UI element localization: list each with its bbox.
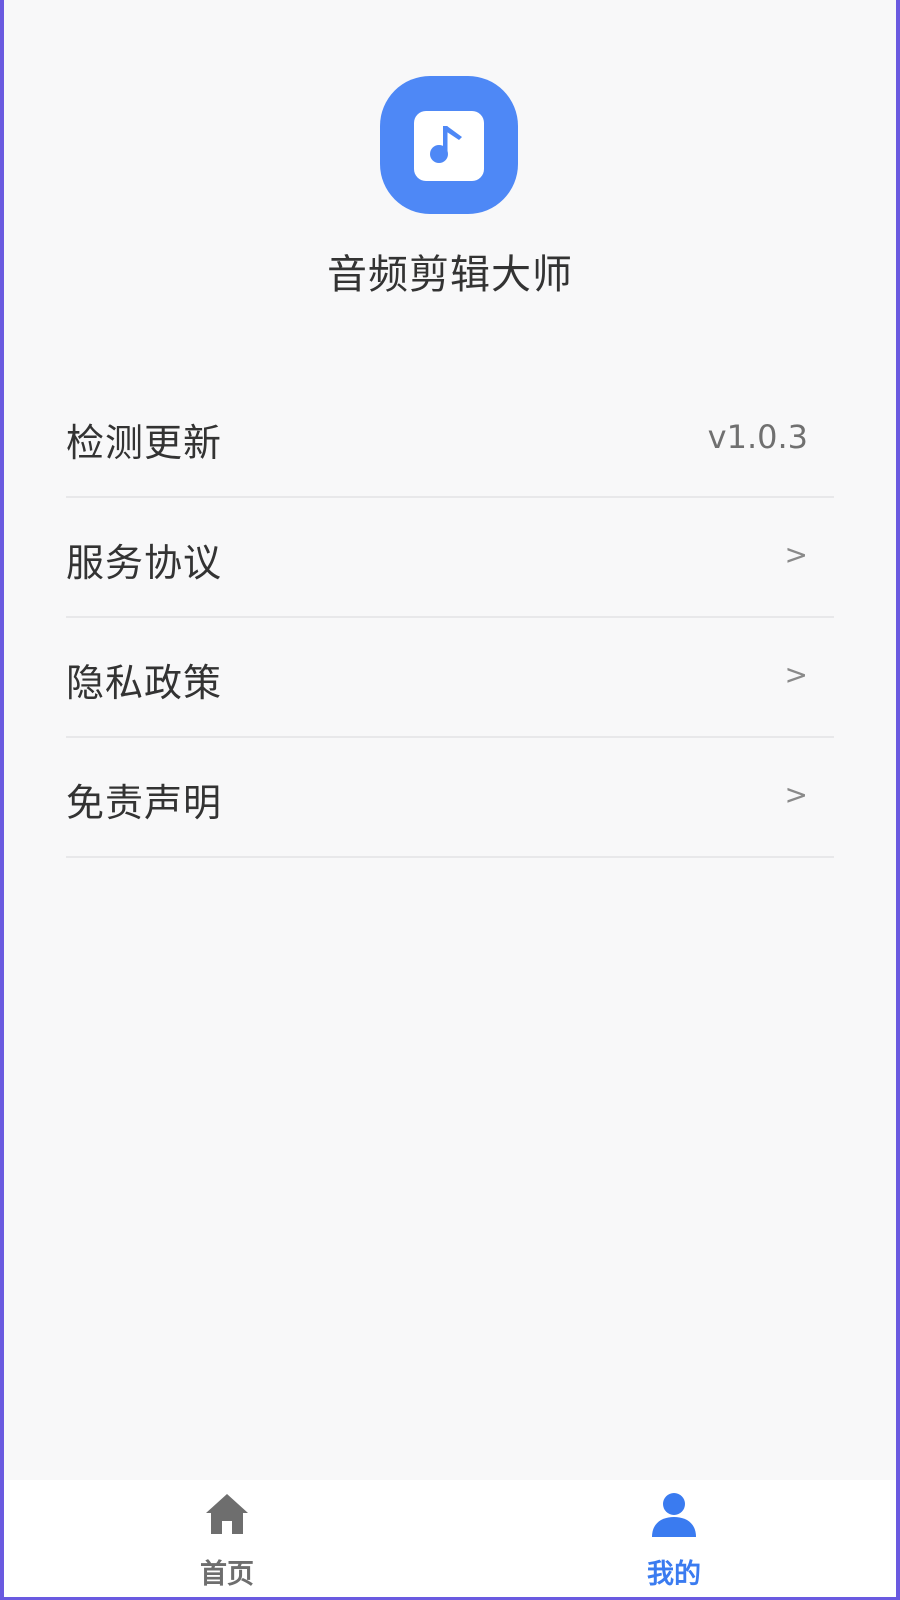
frame-border-right xyxy=(896,0,900,1600)
tab-mine[interactable]: 我的 xyxy=(574,1480,774,1597)
home-icon xyxy=(206,1494,248,1534)
menu-item-disclaimer[interactable]: 免责声明 > xyxy=(66,738,834,858)
settings-menu: 检测更新 v1.0.3 服务协议 > 隐私政策 > 免责声明 > xyxy=(66,378,834,858)
app-logo xyxy=(380,76,518,214)
chevron-right-icon: > xyxy=(784,778,808,811)
app-name: 音频剪辑大师 xyxy=(327,252,573,298)
chevron-right-icon: > xyxy=(784,538,808,571)
menu-item-check-update[interactable]: 检测更新 v1.0.3 xyxy=(66,378,834,498)
menu-item-label: 服务协议 xyxy=(66,541,223,585)
music-note-icon xyxy=(430,126,462,163)
version-value: v1.0.3 xyxy=(707,418,808,456)
user-icon xyxy=(652,1493,696,1537)
tab-label: 首页 xyxy=(200,1559,254,1590)
menu-item-label: 检测更新 xyxy=(66,421,223,465)
tab-home[interactable]: 首页 xyxy=(127,1480,327,1597)
tab-label: 我的 xyxy=(647,1559,701,1590)
menu-item-label: 免责声明 xyxy=(66,781,223,825)
chevron-right-icon: > xyxy=(784,658,808,691)
bottom-tab-bar: 首页 我的 xyxy=(4,1480,896,1597)
frame-border-left xyxy=(0,0,4,1600)
menu-item-privacy-policy[interactable]: 隐私政策 > xyxy=(66,618,834,738)
menu-item-service-agreement[interactable]: 服务协议 > xyxy=(66,498,834,618)
menu-item-label: 隐私政策 xyxy=(66,661,223,705)
